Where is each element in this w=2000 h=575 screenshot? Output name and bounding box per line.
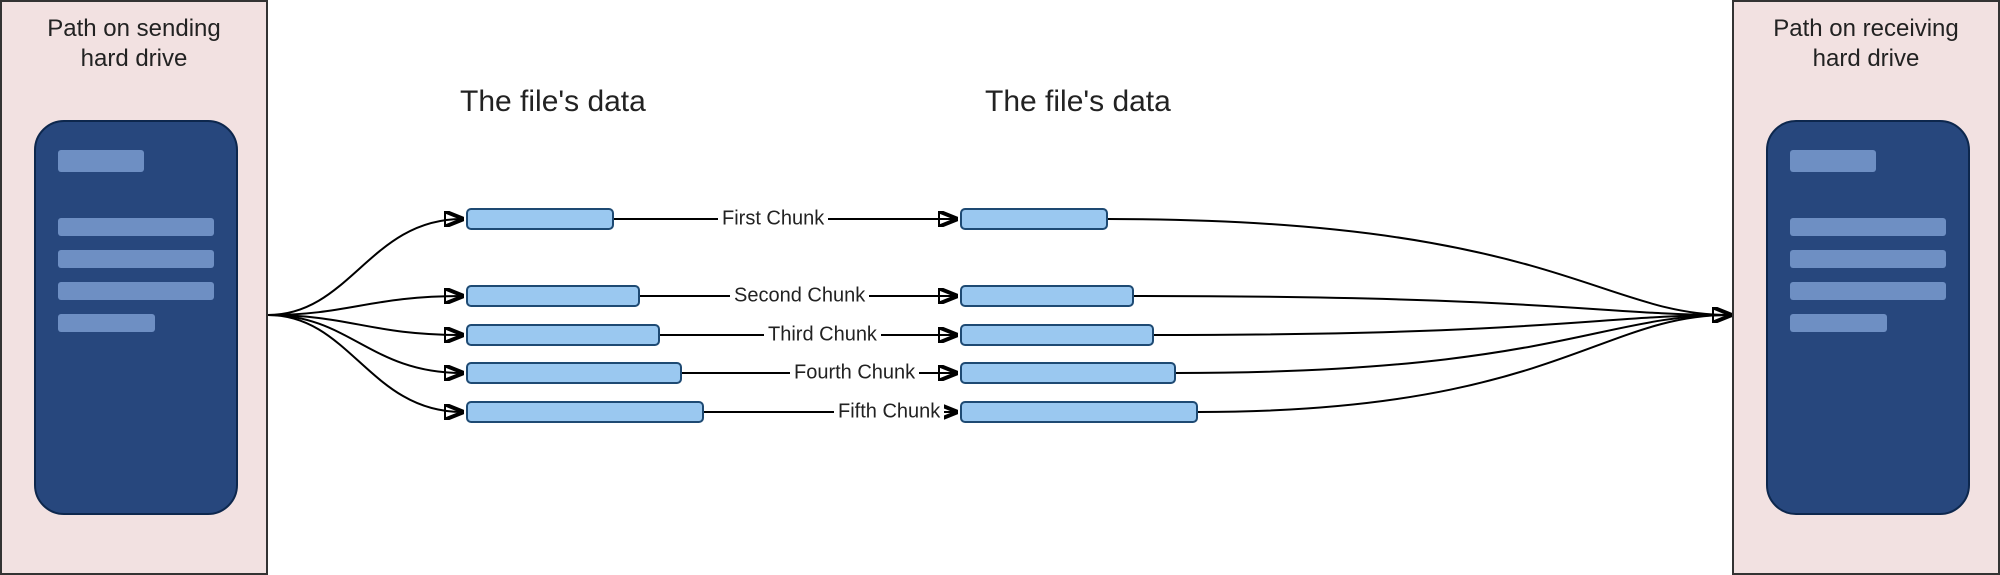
- chunk-label-1: First Chunk: [718, 208, 828, 231]
- chunk-right-2: [960, 285, 1134, 307]
- chunk-label-5: Fifth Chunk: [834, 401, 944, 424]
- heading-right-file-data: The file's data: [985, 85, 1171, 119]
- chunk-right-5: [960, 401, 1198, 423]
- panel-sending-title-line1: Path on sending: [47, 15, 220, 42]
- drive-row: [1790, 218, 1946, 236]
- drive-row: [58, 218, 214, 236]
- chunk-label-4: Fourth Chunk: [790, 362, 919, 385]
- drive-card-receiving: [1766, 120, 1970, 515]
- chunk-right-1: [960, 208, 1108, 230]
- panel-sending-title: Path on sending hard drive: [2, 14, 266, 74]
- panel-receiving-title-line2: hard drive: [1813, 45, 1920, 72]
- chunk-left-5: [466, 401, 704, 423]
- panel-sending-drive: Path on sending hard drive: [0, 0, 268, 575]
- panel-receiving-title-line1: Path on receiving: [1773, 15, 1958, 42]
- chunk-left-1: [466, 208, 614, 230]
- chunk-left-2: [466, 285, 640, 307]
- drive-row: [58, 314, 155, 332]
- panel-receiving-title: Path on receiving hard drive: [1734, 14, 1998, 74]
- drive-row: [1790, 150, 1876, 172]
- drive-row: [1790, 282, 1946, 300]
- diagram-stage: Path on sending hard drive Path on recei…: [0, 0, 2000, 575]
- panel-receiving-drive: Path on receiving hard drive: [1732, 0, 2000, 575]
- chunk-left-3: [466, 324, 660, 346]
- chunk-right-3: [960, 324, 1154, 346]
- chunk-label-3: Third Chunk: [764, 324, 881, 347]
- chunk-left-4: [466, 362, 682, 384]
- drive-row: [58, 150, 144, 172]
- panel-sending-title-line2: hard drive: [81, 45, 188, 72]
- heading-left-file-data: The file's data: [460, 85, 646, 119]
- chunk-label-2: Second Chunk: [730, 285, 869, 308]
- drive-row: [1790, 314, 1887, 332]
- chunk-right-4: [960, 362, 1176, 384]
- drive-row: [1790, 250, 1946, 268]
- drive-row: [58, 250, 214, 268]
- drive-card-sending: [34, 120, 238, 515]
- drive-row: [58, 282, 214, 300]
